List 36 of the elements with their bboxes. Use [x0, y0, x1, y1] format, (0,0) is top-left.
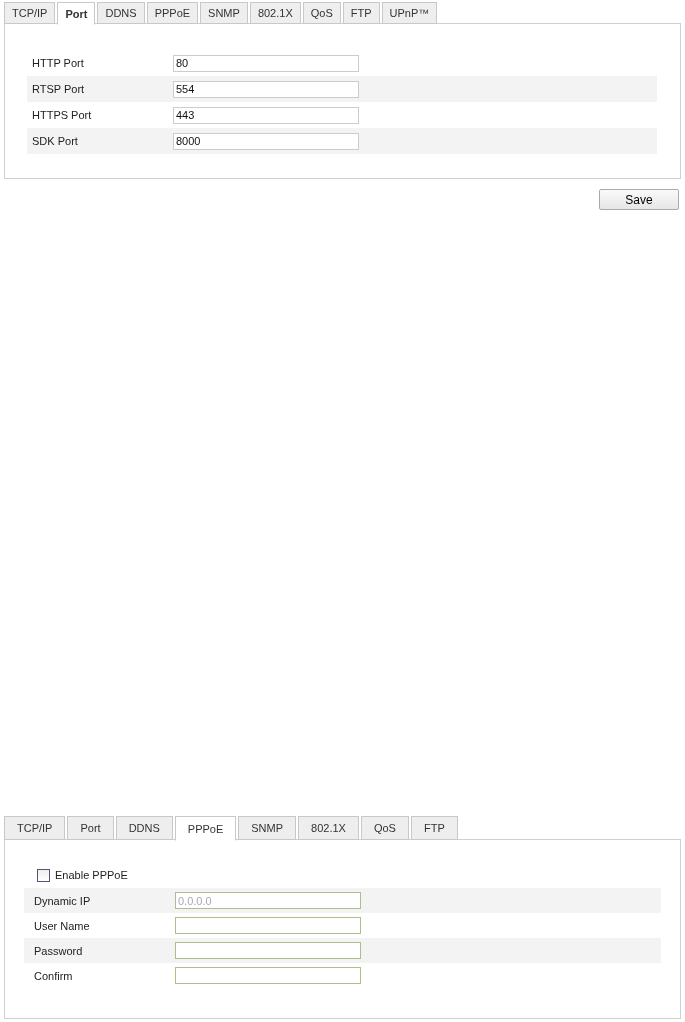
input-field[interactable]: [175, 967, 361, 984]
input-field[interactable]: 80: [173, 54, 359, 72]
checkbox-label: Enable PPPoE: [55, 869, 128, 881]
tab[interactable]: PPPoE: [174, 816, 237, 841]
tab[interactable]: QoS: [360, 816, 409, 840]
tab[interactable]: UPnP™: [381, 2, 438, 24]
tab[interactable]: Port: [67, 816, 114, 840]
field-label: Dynamic IP: [34, 894, 92, 907]
tab[interactable]: TCP/IP: [4, 816, 66, 840]
field-label: SDK Port: [32, 135, 79, 147]
tab[interactable]: FTP: [342, 2, 380, 24]
input-field[interactable]: 443: [173, 106, 359, 124]
tab[interactable]: Port: [57, 2, 96, 25]
tab[interactable]: SNMP: [200, 2, 248, 24]
field-label: Confirm: [34, 969, 74, 982]
tab[interactable]: 802.1X: [249, 2, 301, 24]
field-label: User Name: [34, 919, 91, 932]
tab[interactable]: PPPoE: [146, 2, 199, 24]
input-field[interactable]: [175, 942, 361, 959]
tab[interactable]: 802.1X: [298, 816, 359, 840]
tab[interactable]: SNMP: [238, 816, 297, 840]
field-label: Password: [34, 944, 84, 957]
input-field[interactable]: 0.0.0.0: [175, 892, 361, 909]
input-field[interactable]: 8000: [173, 132, 359, 150]
tab[interactable]: QoS: [302, 2, 341, 24]
checkbox[interactable]: [37, 868, 50, 882]
input-field[interactable]: 554: [173, 80, 359, 98]
field-label: HTTP Port: [32, 57, 85, 69]
save-button[interactable]: Save: [599, 189, 679, 210]
tab[interactable]: FTP: [410, 816, 458, 840]
tab[interactable]: TCP/IP: [4, 2, 56, 24]
field-label: RTSP Port: [32, 83, 86, 95]
tab[interactable]: DDNS: [97, 2, 145, 24]
field-label: HTTPS Port: [32, 109, 93, 121]
tab[interactable]: DDNS: [115, 816, 173, 840]
input-field[interactable]: [175, 917, 361, 934]
